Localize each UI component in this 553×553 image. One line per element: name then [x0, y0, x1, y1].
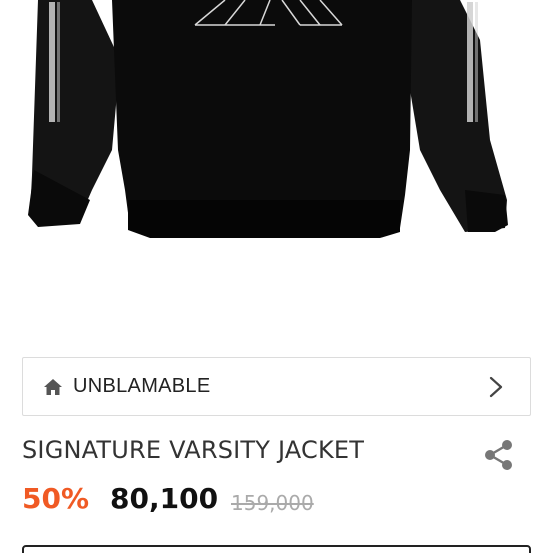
bottom-action-bar[interactable]: [22, 545, 531, 553]
share-icon[interactable]: [483, 438, 515, 472]
product-title: SIGNATURE VARSITY JACKET: [22, 436, 365, 464]
chevron-right-icon: [489, 376, 503, 398]
sale-price: 80,100: [110, 482, 219, 515]
discount-rate: 50%: [22, 482, 90, 515]
product-image[interactable]: [0, 0, 553, 330]
original-price: 159,000: [231, 491, 314, 515]
home-icon: [44, 379, 62, 395]
brand-name: UNBLAMABLE: [73, 375, 211, 397]
brand-link[interactable]: UNBLAMABLE: [22, 357, 531, 416]
jacket-image: [28, 0, 508, 238]
